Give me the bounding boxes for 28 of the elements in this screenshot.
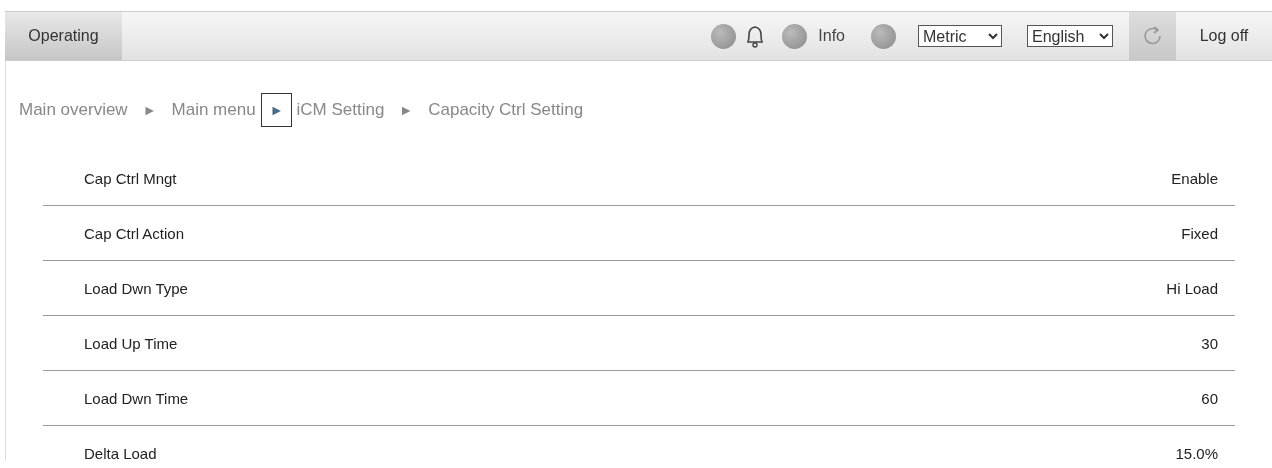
setting-label: Delta Load — [84, 444, 157, 462]
breadcrumb-separator: ► — [142, 102, 157, 118]
setting-value[interactable]: 30 — [1201, 334, 1218, 352]
setting-value[interactable]: Hi Load — [1166, 279, 1218, 297]
setting-label: Cap Ctrl Mngt — [84, 169, 177, 187]
refresh-icon — [1141, 25, 1164, 47]
setting-value[interactable]: 60 — [1201, 389, 1218, 407]
info-label[interactable]: Info — [818, 27, 845, 45]
setting-label: Load Dwn Type — [84, 279, 188, 297]
breadcrumb-separator: ► — [399, 102, 414, 118]
unit-select[interactable]: Metric — [918, 25, 1002, 47]
setting-value[interactable]: 15.0% — [1175, 444, 1218, 462]
language-select[interactable]: English — [1027, 25, 1113, 47]
status-dot-icon — [711, 23, 737, 49]
breadcrumb-link[interactable]: Capacity Ctrl Setting — [428, 100, 584, 120]
breadcrumb-link[interactable]: iCM Setting — [296, 100, 385, 120]
setting-label: Cap Ctrl Action — [84, 224, 185, 242]
breadcrumb-link[interactable]: Main menu — [171, 100, 256, 120]
setting-label: Load Up Time — [84, 334, 178, 352]
breadcrumb-separator: ► — [260, 93, 293, 127]
setting-value[interactable]: Enable — [1171, 169, 1218, 187]
breadcrumb-link[interactable]: Main overview — [19, 100, 128, 120]
status-dot-icon — [782, 23, 808, 49]
setting-value[interactable]: Fixed — [1181, 224, 1218, 242]
operating-tab[interactable]: Operating — [5, 12, 122, 60]
setting-label: Load Dwn Time — [84, 389, 189, 407]
log-off-button[interactable]: Log off — [1176, 12, 1272, 60]
status-dot-icon — [871, 23, 896, 49]
